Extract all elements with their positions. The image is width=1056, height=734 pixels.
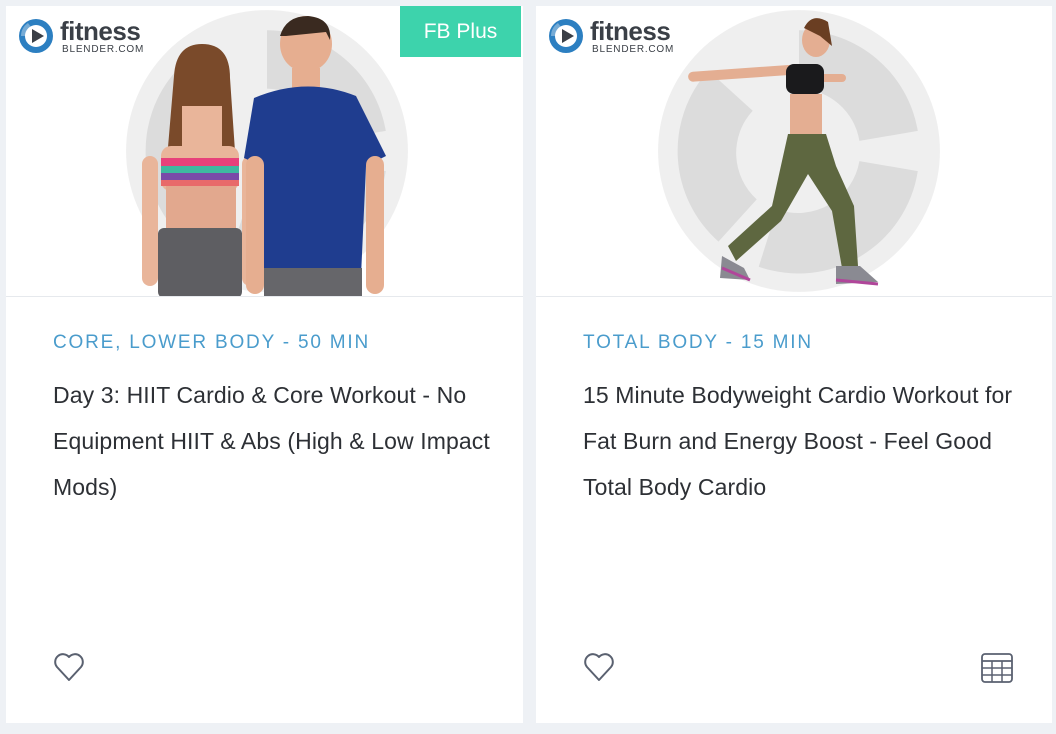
workout-tagline: CORE, LOWER BODY - 50 MIN <box>53 332 371 353</box>
logo-subtitle: BLENDER.COM <box>62 43 145 55</box>
workout-title[interactable]: 15 Minute Bodyweight Cardio Workout for … <box>583 372 1023 510</box>
workout-grid: fitness BLENDER.COM FB Plus CORE, LOWER … <box>0 0 1056 734</box>
workout-title[interactable]: Day 3: HIIT Cardio & Core Workout - No E… <box>53 372 493 510</box>
logo-subtitle: BLENDER.COM <box>592 43 675 55</box>
heart-outline-icon[interactable] <box>582 650 616 684</box>
workout-card[interactable]: fitness BLENDER.COM TOTAL BODY - 15 MIN … <box>536 6 1052 723</box>
workout-card[interactable]: fitness BLENDER.COM FB Plus CORE, LOWER … <box>6 6 523 723</box>
fitness-blender-logo[interactable]: fitness BLENDER.COM <box>548 16 674 56</box>
fitness-blender-logo-icon <box>19 19 53 53</box>
heart-outline-icon[interactable] <box>52 650 86 684</box>
fb-plus-badge: FB Plus <box>400 6 521 57</box>
workout-thumbnail[interactable]: fitness BLENDER.COM FB Plus <box>6 6 523 297</box>
fitness-blender-logo-icon <box>549 19 583 53</box>
workout-tagline: TOTAL BODY - 15 MIN <box>583 332 813 353</box>
calendar-icon[interactable] <box>980 651 1014 685</box>
logo-wordmark: fitness <box>60 15 141 46</box>
logo-wordmark: fitness <box>590 15 671 46</box>
workout-thumbnail[interactable]: fitness BLENDER.COM <box>536 6 1052 297</box>
fitness-blender-logo[interactable]: fitness BLENDER.COM <box>18 16 144 56</box>
